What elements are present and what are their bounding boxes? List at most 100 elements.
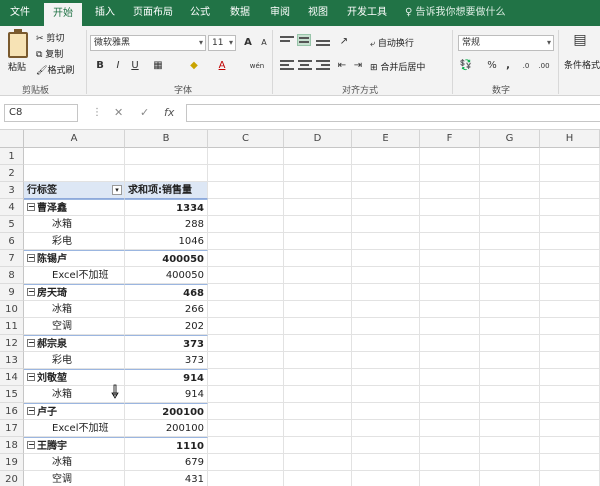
grid-cell[interactable] xyxy=(352,250,420,267)
grid-cell[interactable] xyxy=(208,199,284,216)
grid-cell[interactable] xyxy=(480,335,540,352)
grid-cell[interactable] xyxy=(284,199,352,216)
grid-cell[interactable] xyxy=(480,233,540,250)
collapse-icon[interactable]: − xyxy=(27,407,35,415)
pivot-item-value[interactable]: 288 xyxy=(125,216,208,233)
grid-cell[interactable] xyxy=(208,318,284,335)
grid-cell[interactable] xyxy=(284,386,352,403)
grid-cell[interactable] xyxy=(480,301,540,318)
pivot-item-value[interactable]: 400050 xyxy=(125,267,208,284)
pivot-item-value[interactable]: 679 xyxy=(125,454,208,471)
grid-cell[interactable] xyxy=(352,148,420,165)
collapse-icon[interactable]: − xyxy=(27,373,35,381)
grid-cell[interactable] xyxy=(540,165,600,182)
grid-cell[interactable] xyxy=(208,250,284,267)
row-header-14[interactable]: 14 xyxy=(0,369,24,386)
grid-cell[interactable] xyxy=(540,233,600,250)
grid-cell[interactable] xyxy=(420,318,480,335)
grid-cell[interactable] xyxy=(208,403,284,420)
pivot-group-label[interactable]: − 郝宗泉 xyxy=(24,335,125,352)
grid-cell[interactable] xyxy=(420,352,480,369)
grid-cell[interactable] xyxy=(352,216,420,233)
grid-cell[interactable] xyxy=(284,437,352,454)
column-header-d[interactable]: D xyxy=(284,130,352,148)
font-color-button[interactable]: A xyxy=(214,58,230,74)
grid-cell[interactable] xyxy=(420,165,480,182)
grid-cell[interactable] xyxy=(420,182,480,199)
accounting-icon[interactable]: 💱 xyxy=(458,58,474,74)
grid-cell[interactable] xyxy=(284,301,352,318)
align-top-icon[interactable] xyxy=(280,36,294,48)
grid-cell[interactable] xyxy=(208,352,284,369)
enter-icon[interactable]: ✓ xyxy=(140,104,149,122)
grid-cell[interactable] xyxy=(540,471,600,486)
pivot-group-value[interactable]: 1334 xyxy=(125,199,208,216)
grid-cell[interactable] xyxy=(284,403,352,420)
grid-cell[interactable] xyxy=(480,454,540,471)
align-right-icon[interactable] xyxy=(316,60,330,72)
grid-cell[interactable] xyxy=(208,267,284,284)
grid-cell[interactable] xyxy=(352,369,420,386)
grid-cell[interactable] xyxy=(352,267,420,284)
grid-cell[interactable] xyxy=(352,352,420,369)
wrap-text-button[interactable]: ⤶ 自动换行 xyxy=(370,36,414,49)
grid-cell[interactable] xyxy=(284,165,352,182)
pivot-group-label[interactable]: − 陈锡卢 xyxy=(24,250,125,267)
grid-cell[interactable] xyxy=(480,369,540,386)
pivot-header-row-labels[interactable]: 行标签 ▾ xyxy=(24,182,125,199)
grid-cell[interactable] xyxy=(352,471,420,486)
pivot-item-value[interactable]: 431 xyxy=(125,471,208,486)
row-header-11[interactable]: 11 xyxy=(0,318,24,335)
row-header-7[interactable]: 7 xyxy=(0,250,24,267)
pivot-item-label[interactable]: 冰箱 xyxy=(24,216,125,233)
grid-cell[interactable] xyxy=(540,420,600,437)
pivot-group-value[interactable]: 200100 xyxy=(125,403,208,420)
grid-cell[interactable] xyxy=(420,301,480,318)
grid-cell[interactable] xyxy=(420,386,480,403)
row-header-16[interactable]: 16 xyxy=(0,403,24,420)
row-header-6[interactable]: 6 xyxy=(0,233,24,250)
tab-home[interactable]: 开始 xyxy=(44,3,82,26)
grid-cell[interactable] xyxy=(208,182,284,199)
increase-decimal-icon[interactable]: .0 xyxy=(518,58,534,74)
grid-cell[interactable] xyxy=(352,165,420,182)
collapse-icon[interactable]: − xyxy=(27,339,35,347)
merge-center-button[interactable]: ⊞ 合并后居中 xyxy=(370,60,425,73)
row-header-10[interactable]: 10 xyxy=(0,301,24,318)
row-header-8[interactable]: 8 xyxy=(0,267,24,284)
shrink-font-button[interactable]: A xyxy=(256,35,272,51)
grid-cell[interactable] xyxy=(284,369,352,386)
align-middle-icon[interactable] xyxy=(297,34,311,46)
grid-cell[interactable] xyxy=(480,182,540,199)
grid-cell[interactable] xyxy=(420,471,480,486)
grid-cell[interactable] xyxy=(208,386,284,403)
row-header-4[interactable]: 4 xyxy=(0,199,24,216)
name-box[interactable]: C8 xyxy=(4,104,78,122)
collapse-icon[interactable]: − xyxy=(27,288,35,296)
bold-button[interactable]: B xyxy=(92,58,108,74)
grid-cell[interactable] xyxy=(284,267,352,284)
grid-cell[interactable] xyxy=(352,420,420,437)
pivot-item-label[interactable]: 彩电 xyxy=(24,233,125,250)
grid-cell[interactable] xyxy=(284,454,352,471)
row-header-12[interactable]: 12 xyxy=(0,335,24,352)
grid-cell[interactable] xyxy=(284,284,352,301)
grid-cell[interactable] xyxy=(352,386,420,403)
grid-cell[interactable] xyxy=(284,250,352,267)
column-header-c[interactable]: C xyxy=(208,130,284,148)
pivot-item-value[interactable]: 914 xyxy=(125,386,208,403)
pivot-item-value[interactable]: 373 xyxy=(125,352,208,369)
tell-me-box[interactable]: ♀ 告诉我你想要做什么 xyxy=(405,0,506,26)
grid-cell[interactable] xyxy=(208,369,284,386)
formula-input[interactable] xyxy=(186,104,600,122)
grid-cell[interactable] xyxy=(480,403,540,420)
align-center-icon[interactable] xyxy=(298,60,312,72)
phonetic-button[interactable]: wén xyxy=(246,58,268,74)
grid-cell[interactable] xyxy=(480,216,540,233)
pivot-item-label[interactable]: 空调 xyxy=(24,471,125,486)
align-left-icon[interactable] xyxy=(280,60,294,72)
grid-cell[interactable] xyxy=(420,267,480,284)
grid-cell[interactable] xyxy=(125,165,208,182)
grid-cell[interactable] xyxy=(420,284,480,301)
tab-page-layout[interactable]: 页面布局 xyxy=(130,0,176,26)
